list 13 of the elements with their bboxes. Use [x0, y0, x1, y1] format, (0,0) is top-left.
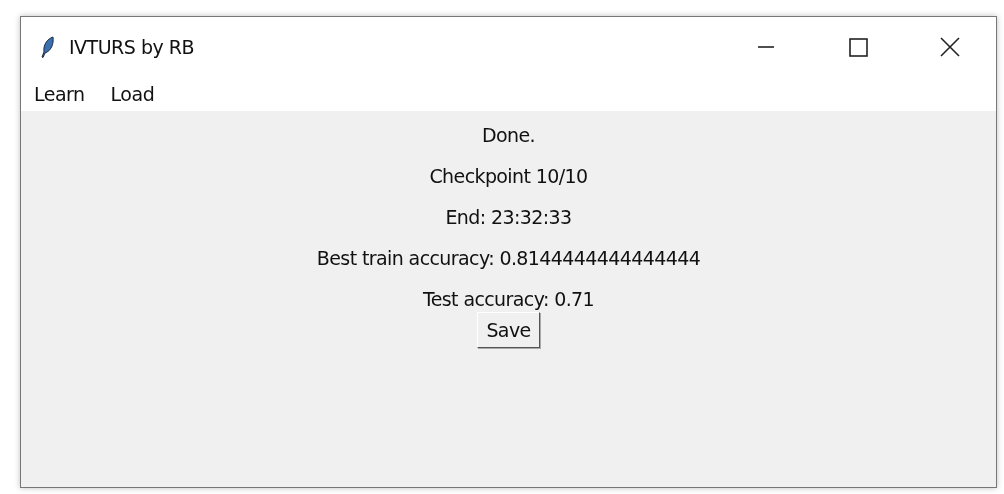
close-icon	[939, 36, 961, 58]
status-label: End: 23:32:33	[445, 205, 572, 230]
menu-item[interactable]: Load	[110, 83, 155, 105]
status-label: Test accuracy: 0.71	[422, 287, 595, 312]
menu-item[interactable]: Learn	[34, 83, 85, 105]
maximize-icon	[848, 37, 868, 57]
status-label: Checkpoint 10/10	[429, 164, 588, 189]
feather-icon	[41, 36, 55, 58]
status-label: Best train accuracy: 0.8144444444444444	[316, 246, 701, 271]
save-button[interactable]: Save	[477, 312, 540, 348]
minimize-icon	[758, 46, 774, 48]
window-title: IVTURS by RB	[69, 36, 194, 58]
status-label: Done.	[482, 123, 535, 148]
